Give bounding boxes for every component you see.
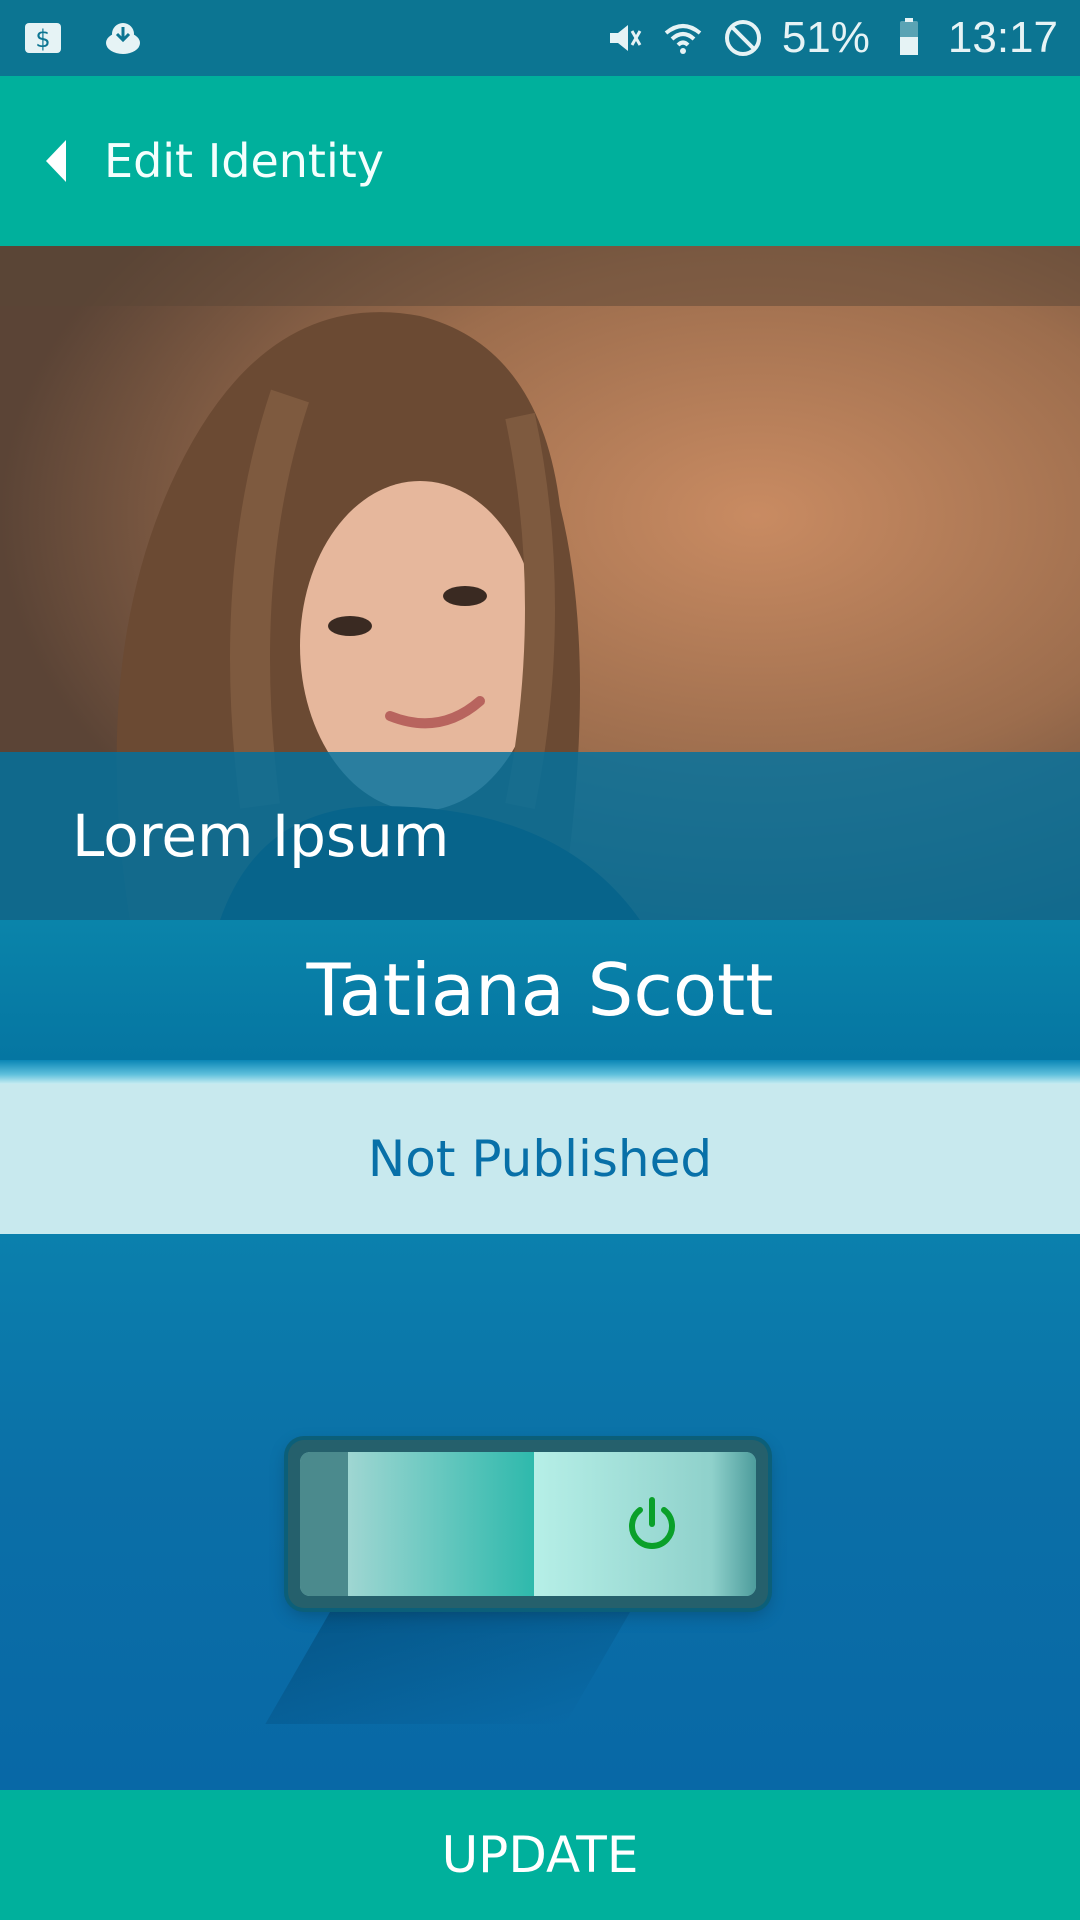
battery-icon bbox=[888, 17, 930, 59]
identity-name: Tatiana Scott bbox=[306, 948, 774, 1032]
mute-icon bbox=[602, 17, 644, 59]
update-button-label: UPDATE bbox=[441, 1826, 639, 1884]
switch-segment-left bbox=[300, 1452, 348, 1596]
publish-status-band: Not Published bbox=[0, 1084, 1080, 1234]
switch-segment-middle bbox=[348, 1452, 534, 1596]
status-left-icons: $ bbox=[22, 17, 144, 59]
status-right: 51% 13:17 bbox=[602, 13, 1058, 63]
app-bar: Edit Identity bbox=[0, 76, 1080, 246]
photo-caption-bar: Lorem Ipsum bbox=[0, 752, 1080, 920]
download-cloud-icon bbox=[102, 17, 144, 59]
photo-caption: Lorem Ipsum bbox=[72, 802, 450, 870]
svg-text:$: $ bbox=[35, 25, 50, 53]
status-bar: $ 51% 13:17 bbox=[0, 0, 1080, 76]
publish-toggle-switch[interactable] bbox=[288, 1440, 768, 1608]
switch-track bbox=[300, 1452, 756, 1596]
page-title: Edit Identity bbox=[104, 134, 384, 188]
profile-photo: Lorem Ipsum bbox=[0, 246, 1080, 920]
switch-shadow bbox=[265, 1604, 635, 1724]
name-band: Tatiana Scott bbox=[0, 920, 1080, 1060]
divider bbox=[0, 1060, 1080, 1084]
power-icon bbox=[622, 1494, 682, 1554]
money-icon: $ bbox=[22, 17, 64, 59]
no-entry-icon bbox=[722, 17, 764, 59]
wifi-icon bbox=[662, 17, 704, 59]
clock: 13:17 bbox=[947, 13, 1058, 62]
toggle-area bbox=[0, 1234, 1080, 1790]
publish-status: Not Published bbox=[367, 1130, 713, 1188]
update-button[interactable]: UPDATE bbox=[0, 1790, 1080, 1920]
battery-percent: 51% bbox=[781, 13, 870, 62]
back-arrow-icon[interactable] bbox=[38, 136, 74, 186]
